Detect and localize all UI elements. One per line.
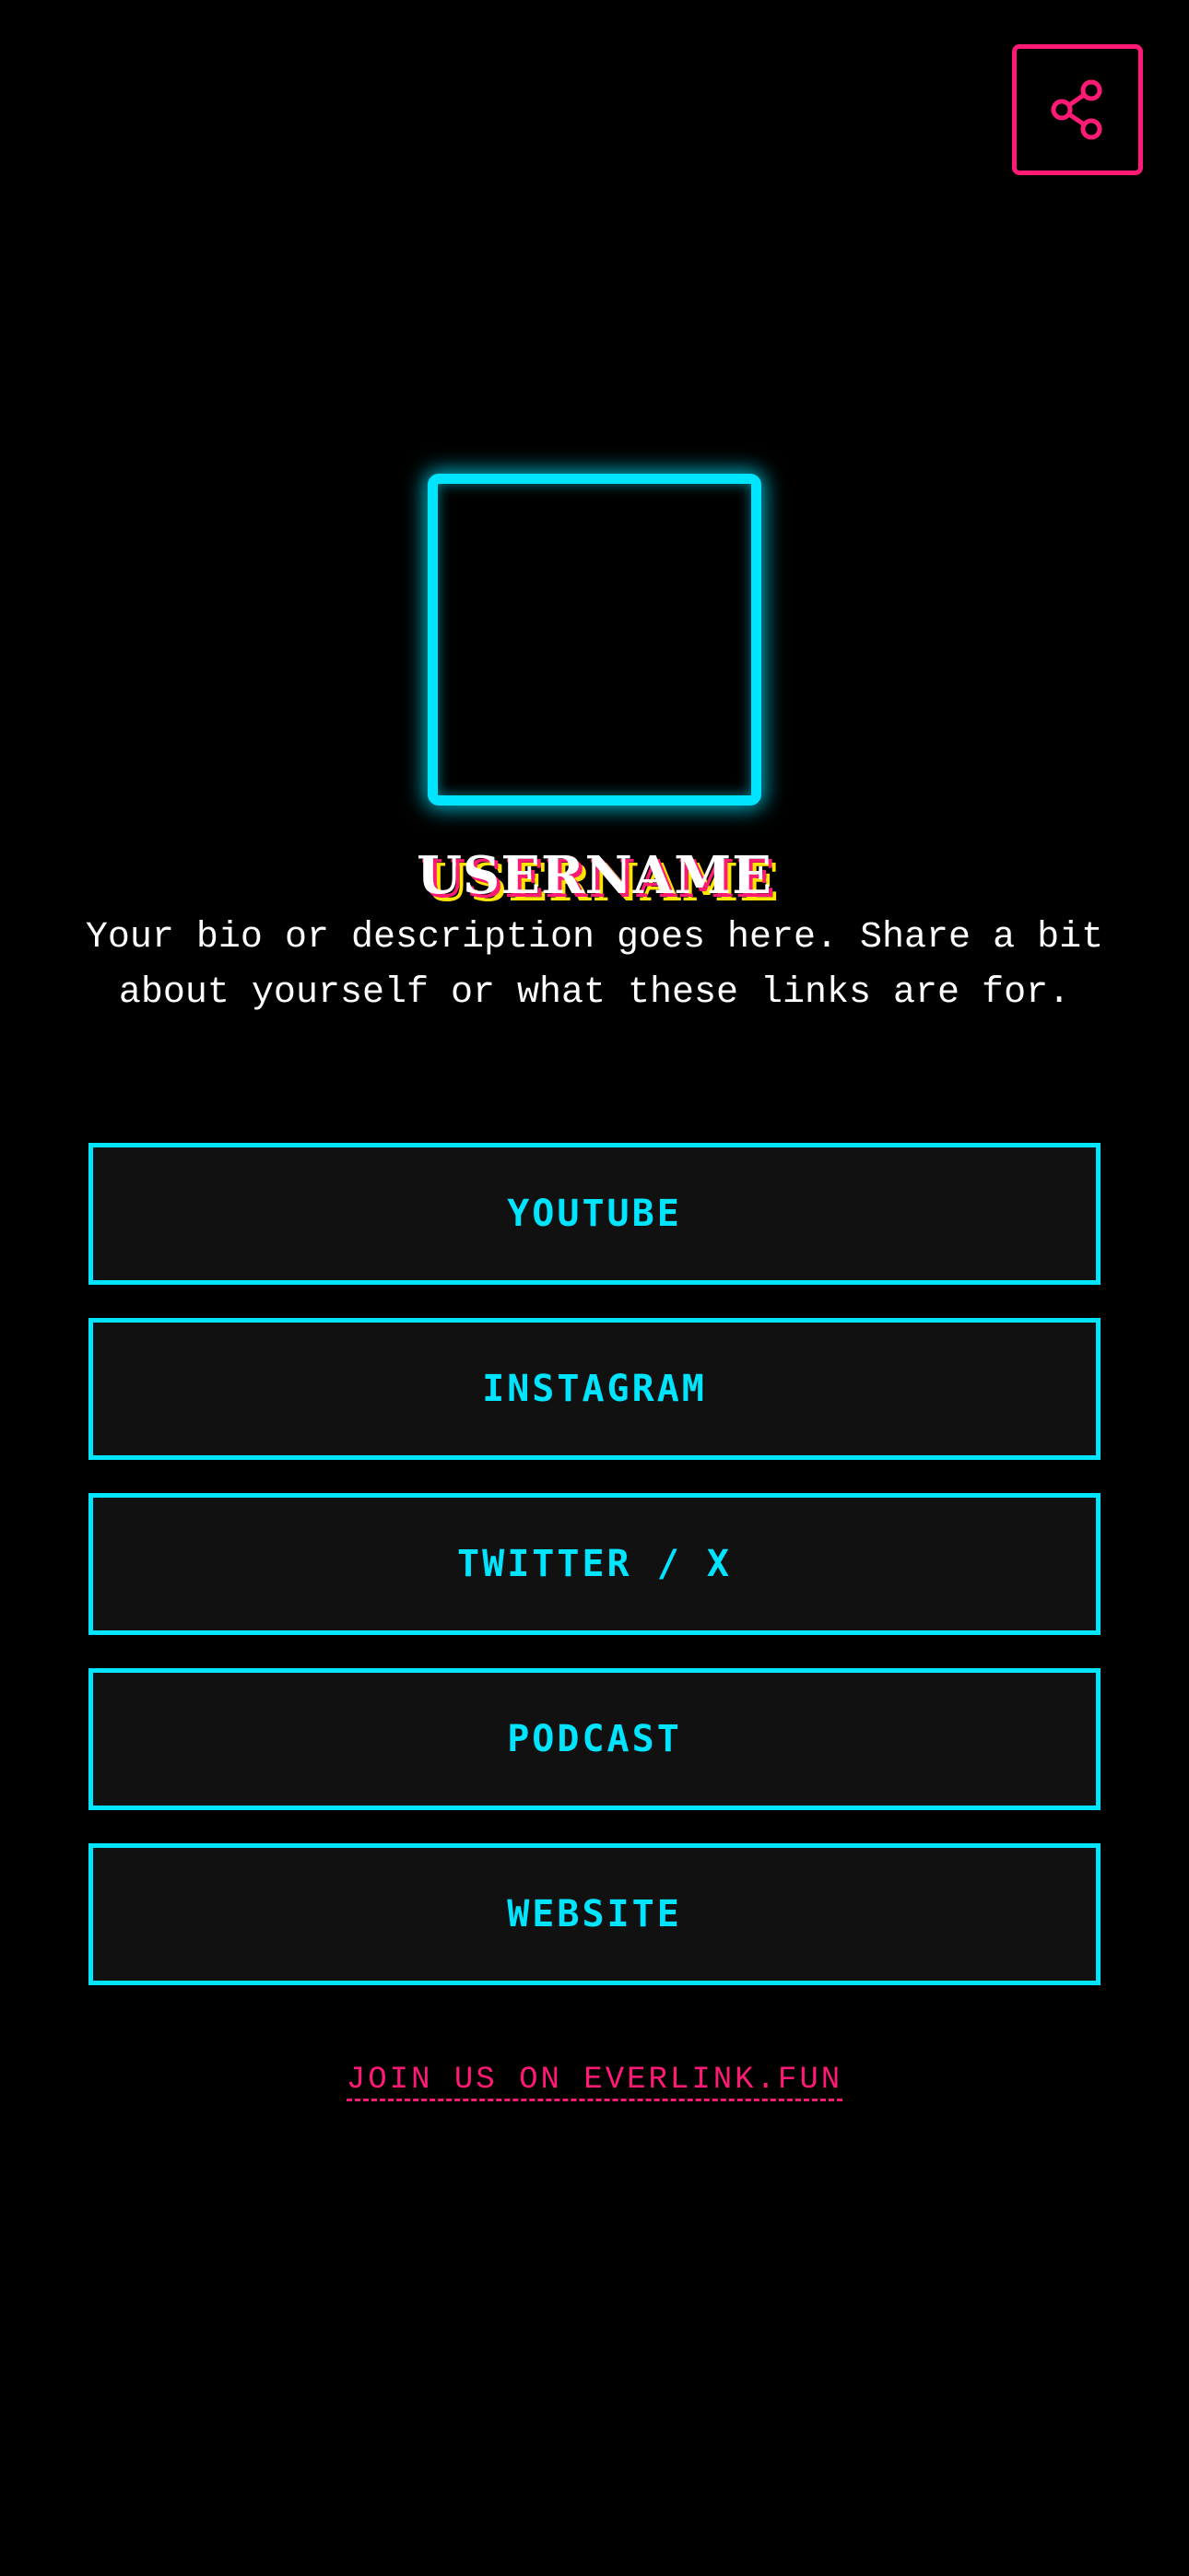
youtube-link-button[interactable]: YOUTUBE <box>88 1143 1101 1285</box>
footer: JOIN US ON EVERLINK.FUN <box>0 2057 1189 2103</box>
bio-text: Your bio or description goes here. Share… <box>85 917 1104 1014</box>
share-icon <box>1045 77 1110 142</box>
instagram-link-button[interactable]: INSTAGRAM <box>88 1318 1101 1460</box>
username: USERNAME <box>417 845 772 906</box>
podcast-link-button[interactable]: PODCAST <box>88 1668 1101 1810</box>
everlink-footer-link[interactable]: JOIN US ON EVERLINK.FUN <box>346 2063 843 2101</box>
website-link-button[interactable]: WEBSITE <box>88 1843 1101 1985</box>
twitter-link-button[interactable]: TWITTER / X <box>88 1493 1101 1635</box>
share-button[interactable] <box>1012 44 1143 175</box>
link-list: YOUTUBE INSTAGRAM TWITTER / X PODCAST WE… <box>88 1143 1101 2018</box>
avatar <box>428 474 761 806</box>
